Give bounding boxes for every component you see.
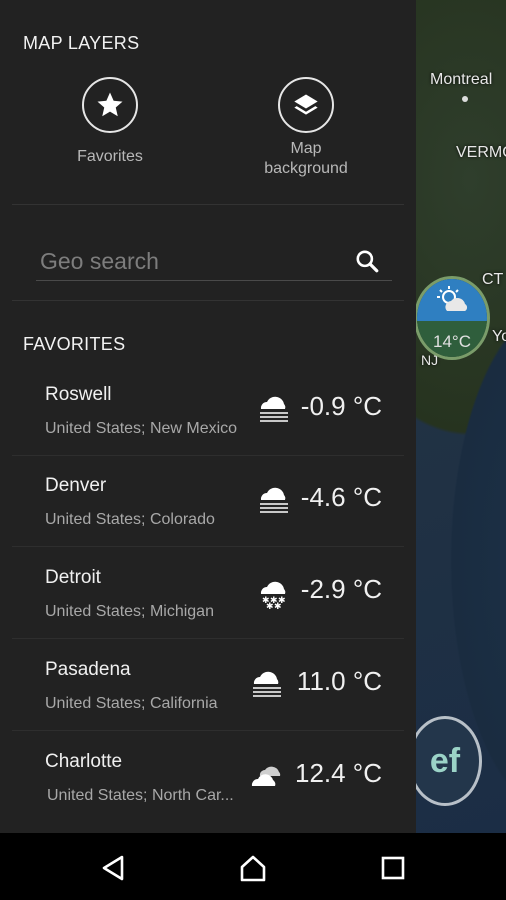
map-label-montreal: Montreal [430, 71, 493, 88]
map-label-vermont: VERMO [456, 144, 506, 161]
layers-icon [294, 94, 318, 115]
star-icon [97, 92, 123, 117]
favorite-city: Roswell [45, 384, 112, 405]
map-background-layer-circle [278, 77, 334, 133]
system-navigation-bar [0, 833, 506, 900]
map-background-label-line1: Map [290, 140, 322, 157]
fog-cloud-icon [260, 396, 288, 422]
favorite-temperature: -4.6 °C [300, 482, 382, 512]
favorite-temperature: -2.9 °C [300, 574, 382, 604]
back-icon [102, 855, 124, 881]
favorites-layer-label: Favorites [77, 148, 143, 165]
logo-icon: ef [429, 741, 461, 780]
favorite-location: United States; New Mexico [45, 420, 238, 437]
favorite-item-denver[interactable]: Denver United States; Colorado -4.6 °C [12, 456, 404, 547]
fog-cloud-icon [253, 671, 281, 697]
favorite-item-roswell[interactable]: Roswell United States; New Mexico -0.9 °… [12, 365, 404, 456]
divider [12, 638, 404, 639]
favorite-location: United States; Colorado [45, 511, 215, 528]
recents-icon [381, 856, 405, 880]
map-background-layer-button[interactable]: Map background [226, 77, 386, 179]
favorite-city: Denver [45, 475, 107, 496]
divider [12, 546, 404, 547]
back-button[interactable] [96, 851, 130, 885]
favorites-title: FAVORITES [23, 334, 126, 354]
map-background-layer-label: Map background [226, 139, 386, 179]
favorites-layer-circle [82, 77, 138, 133]
partly-cloudy-icon [437, 286, 468, 311]
fog-cloud-icon [260, 487, 288, 513]
favorite-item-charlotte[interactable]: Charlotte United States; North Car... 12… [12, 732, 404, 823]
snow-cloud-icon: ✱ ✱ ✱✱ ✱ [260, 581, 286, 610]
divider [12, 204, 404, 205]
home-button[interactable] [236, 851, 270, 885]
navigation-drawer: MAP LAYERS Favorites Map background Geo … [0, 0, 416, 833]
favorite-location: United States; North Car... [47, 787, 234, 804]
favorite-location: United States; Michigan [45, 603, 214, 620]
favorite-city: Charlotte [45, 751, 123, 772]
svg-text:✱: ✱ [274, 602, 282, 610]
favorite-location: United States; California [45, 695, 218, 712]
app-logo-button[interactable]: ef [408, 716, 482, 806]
divider [12, 730, 404, 731]
map-label-ct: CT [482, 271, 504, 288]
favorite-item-detroit[interactable]: Detroit United States; Michigan ✱ ✱ ✱ ✱ ✱ -2… [12, 548, 404, 639]
geo-search-input[interactable] [36, 243, 336, 279]
favorite-city: Detroit [45, 567, 101, 588]
map-layers-title: MAP LAYERS [23, 33, 140, 53]
cloudy-icon [251, 766, 281, 786]
search-icon[interactable] [354, 248, 380, 279]
recents-button[interactable] [376, 851, 410, 885]
weather-marker[interactable]: 14°C [414, 276, 490, 360]
divider [12, 300, 404, 301]
favorite-temperature: 12.4 °C [294, 758, 382, 788]
svg-text:✱: ✱ [266, 602, 274, 610]
favorite-temperature: 11.0 °C [296, 666, 382, 696]
map-label-york: Yo [492, 328, 506, 345]
city-dot [462, 96, 468, 102]
geo-search-bar [36, 243, 392, 281]
favorite-temperature: -0.9 °C [300, 391, 382, 421]
favorites-layer-button[interactable]: Favorites [30, 77, 190, 167]
favorite-city: Pasadena [45, 659, 131, 680]
map-background-label-line2: background [264, 160, 348, 177]
favorite-item-pasadena[interactable]: Pasadena United States; California 11.0 … [12, 640, 404, 731]
home-icon [240, 855, 266, 882]
